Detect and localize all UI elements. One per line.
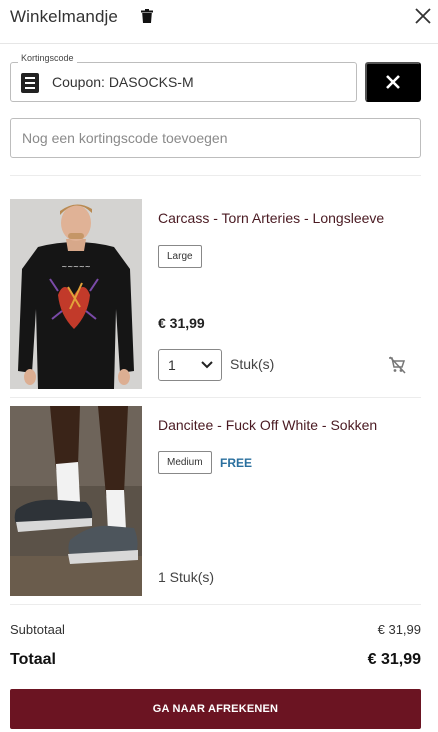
- free-badge: FREE: [220, 456, 253, 470]
- product-name[interactable]: Dancitee - Fuck Off White - Sokken: [158, 417, 377, 433]
- cart-remove-icon[interactable]: [388, 356, 406, 374]
- close-icon: [386, 75, 400, 89]
- coupon-field[interactable]: Coupon: DASOCKS-M: [10, 62, 357, 102]
- quantity-text: 1 Stuk(s): [158, 569, 215, 585]
- svg-text:~~~~~: ~~~~~: [61, 263, 90, 271]
- quantity-value: 1: [168, 357, 176, 373]
- subtotal-label: Subtotaal: [10, 622, 65, 637]
- close-icon[interactable]: [414, 7, 432, 25]
- divider: [10, 175, 421, 176]
- divider: [10, 604, 421, 605]
- product-name[interactable]: Carcass - Torn Arteries - Longsleeve: [158, 210, 384, 226]
- cart-title: Winkelmandje: [10, 7, 118, 26]
- coupon-legend: Kortingscode: [18, 53, 77, 63]
- cart-header: Winkelmandje: [0, 0, 438, 44]
- remove-coupon-button[interactable]: [365, 62, 421, 102]
- divider: [10, 397, 421, 398]
- checkout-button[interactable]: GA NAAR AFREKENEN: [10, 689, 421, 729]
- add-coupon-input[interactable]: [10, 118, 421, 158]
- total-value: € 31,99: [367, 651, 421, 668]
- coupon-value: Coupon: DASOCKS-M: [52, 74, 194, 90]
- list-icon: [21, 73, 39, 93]
- product-image-longsleeve[interactable]: ~~~~~: [10, 199, 142, 389]
- trash-icon[interactable]: [141, 9, 153, 23]
- product-price: € 31,99: [158, 315, 205, 331]
- size-badge: Large: [158, 245, 202, 268]
- quantity-select[interactable]: 1: [158, 349, 222, 381]
- chevron-down-icon: [201, 361, 213, 369]
- product-image-sokken[interactable]: [10, 406, 142, 596]
- total-label: Totaal: [10, 651, 56, 668]
- size-badge: Medium: [158, 451, 212, 474]
- subtotal-value: € 31,99: [377, 622, 421, 637]
- quantity-unit: Stuk(s): [230, 356, 275, 372]
